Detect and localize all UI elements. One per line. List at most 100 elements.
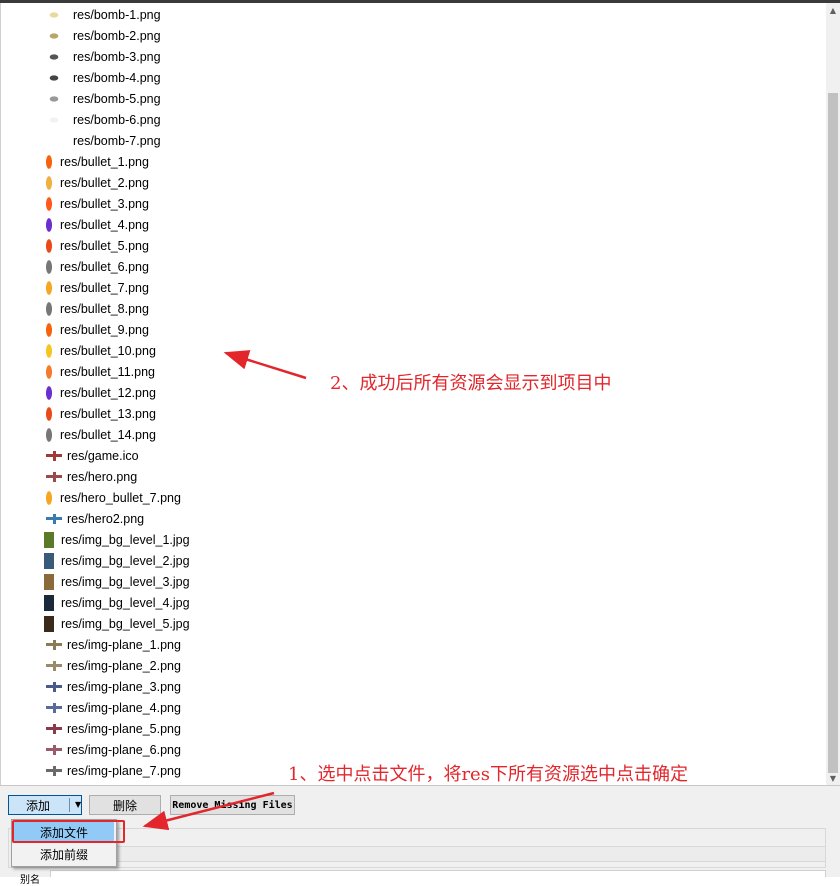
- plane-icon: [46, 744, 62, 755]
- file-list-item-label: res/img-plane_6.png: [67, 742, 181, 757]
- file-list-item[interactable]: res/bullet_4.png: [44, 214, 744, 235]
- file-list-item[interactable]: res/bullet_13.png: [44, 403, 744, 424]
- file-list-item-label: res/img_bg_level_3.jpg: [61, 574, 190, 589]
- file-list-item[interactable]: res/bomb-2.png: [46, 25, 746, 46]
- bomb-icon: [46, 9, 62, 20]
- prefix-field[interactable]: [115, 846, 826, 862]
- background-image-icon: [44, 552, 54, 569]
- delete-button[interactable]: 删除: [89, 795, 161, 815]
- bullet-icon: [44, 384, 54, 401]
- file-list-item-label: res/bullet_9.png: [60, 322, 149, 337]
- file-list-item[interactable]: res/bullet_10.png: [44, 340, 744, 361]
- add-button-label: 添加: [26, 798, 51, 813]
- menu-item-add-prefix[interactable]: 添加前缀: [14, 844, 114, 864]
- bullet-icon: [44, 300, 54, 317]
- file-list-item[interactable]: res/bullet_8.png: [44, 298, 744, 319]
- file-list-item[interactable]: res/hero.png: [46, 466, 746, 487]
- plane-icon: [46, 660, 62, 671]
- scroll-up-arrow-icon[interactable]: ▲: [826, 3, 840, 17]
- file-list-item[interactable]: res/bomb-3.png: [46, 46, 746, 67]
- file-list-item-label: res/bomb-3.png: [73, 49, 161, 64]
- bomb-icon: [46, 51, 62, 62]
- file-list-item[interactable]: res/img_bg_level_4.jpg: [44, 592, 744, 613]
- file-list-item[interactable]: res/img-plane_3.png: [46, 676, 746, 697]
- file-list-item[interactable]: res/bomb-5.png: [46, 88, 746, 109]
- plane-icon: [46, 702, 62, 713]
- file-list-item-label: res/hero2.png: [67, 511, 145, 526]
- background-image-icon: [44, 594, 54, 611]
- file-list-item[interactable]: res/img-plane_2.png: [46, 655, 746, 676]
- file-list-item-label: res/bomb-7.png: [73, 133, 161, 148]
- file-list-item[interactable]: res/bullet_7.png: [44, 277, 744, 298]
- bullet-icon: [44, 426, 54, 443]
- file-list-item-label: res/bullet_8.png: [60, 301, 149, 316]
- file-list-item[interactable]: res/bullet_14.png: [44, 424, 744, 445]
- file-list-item-label: res/img-plane_5.png: [67, 721, 181, 736]
- background-image-icon: [44, 531, 54, 548]
- alias-input[interactable]: [50, 870, 826, 877]
- file-list-item[interactable]: res/img_bg_level_1.jpg: [44, 529, 744, 550]
- file-list-item-label: res/bomb-4.png: [73, 70, 161, 85]
- file-list-item[interactable]: res/game.ico: [46, 445, 746, 466]
- file-list-item-label: res/img-plane_7.png: [67, 763, 181, 778]
- file-list-item-label: res/bullet_13.png: [60, 406, 156, 421]
- file-list-item-label: res/bomb-5.png: [73, 91, 161, 106]
- file-list-item-label: res/bomb-1.png: [73, 7, 161, 22]
- file-list-item[interactable]: res/hero2.png: [46, 508, 746, 529]
- file-list-item[interactable]: res/img-plane_5.png: [46, 718, 746, 739]
- plane-icon: [46, 450, 62, 461]
- scroll-down-arrow-icon[interactable]: ▼: [826, 771, 840, 785]
- file-list-item-label: res/bullet_10.png: [60, 343, 156, 358]
- highlight-box-add-files: [12, 820, 125, 843]
- bullet-icon: [44, 321, 54, 338]
- file-list-item[interactable]: res/img_bg_level_2.jpg: [44, 550, 744, 571]
- bullet-icon: [44, 279, 54, 296]
- bullet-icon: [44, 363, 54, 380]
- bullet-icon: [44, 174, 54, 191]
- plane-icon: [46, 765, 62, 776]
- file-list-item[interactable]: res/hero_bullet_7.png: [44, 487, 744, 508]
- bullet-icon: [44, 153, 54, 170]
- scrollbar-thumb[interactable]: [828, 93, 838, 773]
- file-list-item[interactable]: res/bullet_2.png: [44, 172, 744, 193]
- file-list-item[interactable]: res/bullet_1.png: [44, 151, 744, 172]
- file-list-item-label: res/bullet_2.png: [60, 175, 149, 190]
- file-list-item-label: res/bullet_11.png: [60, 364, 155, 379]
- file-list-item[interactable]: res/img-plane_4.png: [46, 697, 746, 718]
- file-list-item[interactable]: res/img-plane_1.png: [46, 634, 746, 655]
- bullet-icon: [44, 237, 54, 254]
- file-list-item[interactable]: res/bomb-1.png: [46, 4, 746, 25]
- file-list-item[interactable]: res/img-plane_6.png: [46, 739, 746, 760]
- file-list-item[interactable]: res/bullet_9.png: [44, 319, 744, 340]
- file-list-item[interactable]: res/img_bg_level_5.jpg: [44, 613, 744, 634]
- file-list-item-label: res/bullet_6.png: [60, 259, 149, 274]
- vertical-scrollbar[interactable]: ▲ ▼: [826, 3, 840, 785]
- file-list-item[interactable]: res/bomb-6.png: [46, 109, 746, 130]
- file-list-item[interactable]: res/bullet_5.png: [44, 235, 744, 256]
- file-list-item-label: res/img_bg_level_1.jpg: [61, 532, 190, 547]
- background-image-icon: [44, 573, 54, 590]
- bomb-icon: [46, 93, 62, 104]
- bullet-icon: [44, 405, 54, 422]
- file-list-item-label: res/bullet_1.png: [60, 154, 149, 169]
- file-list-item[interactable]: res/img_bg_level_3.jpg: [44, 571, 744, 592]
- add-dropdown-button[interactable]: 添加 ▼: [8, 795, 82, 815]
- file-list-item[interactable]: res/bomb-7.png: [46, 130, 746, 151]
- bullet-icon: [44, 258, 54, 275]
- file-list-item[interactable]: res/bullet_6.png: [44, 256, 744, 277]
- file-list-item-label: res/hero_bullet_7.png: [60, 490, 181, 505]
- file-list-item-label: res/bullet_3.png: [60, 196, 149, 211]
- bomb-icon: [46, 30, 62, 41]
- plane-icon: [46, 723, 62, 734]
- file-list-item-label: res/game.ico: [67, 448, 139, 463]
- background-image-icon: [44, 615, 54, 632]
- file-list-item[interactable]: res/bullet_3.png: [44, 193, 744, 214]
- file-list-item-label: res/img-plane_3.png: [67, 679, 181, 694]
- plane-icon: [46, 639, 62, 650]
- dropdown-caret-icon[interactable]: ▼: [75, 800, 81, 809]
- file-list-item-label: res/img-plane_4.png: [67, 700, 181, 715]
- file-list-item-label: res/img-plane_1.png: [67, 637, 181, 652]
- remove-missing-files-button[interactable]: Remove Missing Files: [170, 795, 295, 815]
- file-list-item[interactable]: res/bomb-4.png: [46, 67, 746, 88]
- bomb-icon: [46, 114, 62, 125]
